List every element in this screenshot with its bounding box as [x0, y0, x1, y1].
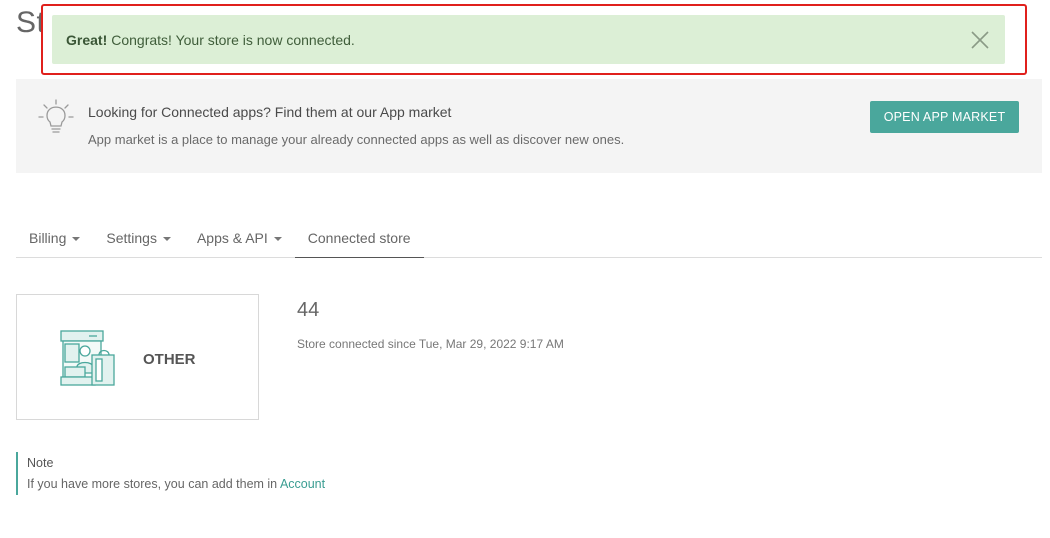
app-market-panel: Looking for Connected apps? Find them at…	[16, 79, 1042, 173]
alert-message: Congrats! Your store is now connected.	[111, 31, 355, 48]
store-type-label: OTHER	[143, 351, 196, 368]
app-market-title: Looking for Connected apps? Find them at…	[88, 104, 452, 120]
store-type-card: OTHER	[16, 294, 259, 420]
note-block: Note If you have more stores, you can ad…	[16, 452, 325, 495]
tab-billing[interactable]: Billing	[16, 218, 93, 258]
caret-down-icon	[162, 236, 171, 241]
tab-connected-store-label: Connected store	[307, 229, 411, 246]
caret-down-icon	[72, 236, 81, 241]
close-icon[interactable]	[969, 29, 991, 51]
success-alert: Great! Congrats! Your store is now conne…	[52, 15, 1005, 64]
account-link[interactable]: Account	[280, 477, 325, 491]
note-title: Note	[27, 456, 54, 470]
tab-settings-label: Settings	[106, 230, 157, 246]
open-app-market-button[interactable]: OPEN APP MARKET	[870, 101, 1019, 133]
note-text: If you have more stores, you can add the…	[27, 477, 325, 491]
settings-tabs: Billing Settings Apps & API Connected st…	[16, 218, 1042, 258]
alert-strong: Great!	[66, 31, 108, 48]
tab-apps-api-label: Apps & API	[196, 230, 268, 246]
store-id: 44	[297, 299, 320, 321]
tab-apps-api[interactable]: Apps & API	[184, 218, 295, 258]
caret-down-icon	[273, 236, 282, 241]
tab-settings[interactable]: Settings	[93, 218, 184, 258]
store-illustration-icon	[60, 330, 115, 386]
lightbulb-icon	[38, 99, 74, 133]
tab-connected-store[interactable]: Connected store	[294, 218, 424, 258]
store-connected-since: Store connected since Tue, Mar 29, 2022 …	[297, 337, 564, 351]
note-text-body: If you have more stores, you can add the…	[27, 477, 278, 491]
tab-billing-label: Billing	[29, 230, 67, 246]
app-market-subtitle: App market is a place to manage your alr…	[88, 132, 625, 147]
